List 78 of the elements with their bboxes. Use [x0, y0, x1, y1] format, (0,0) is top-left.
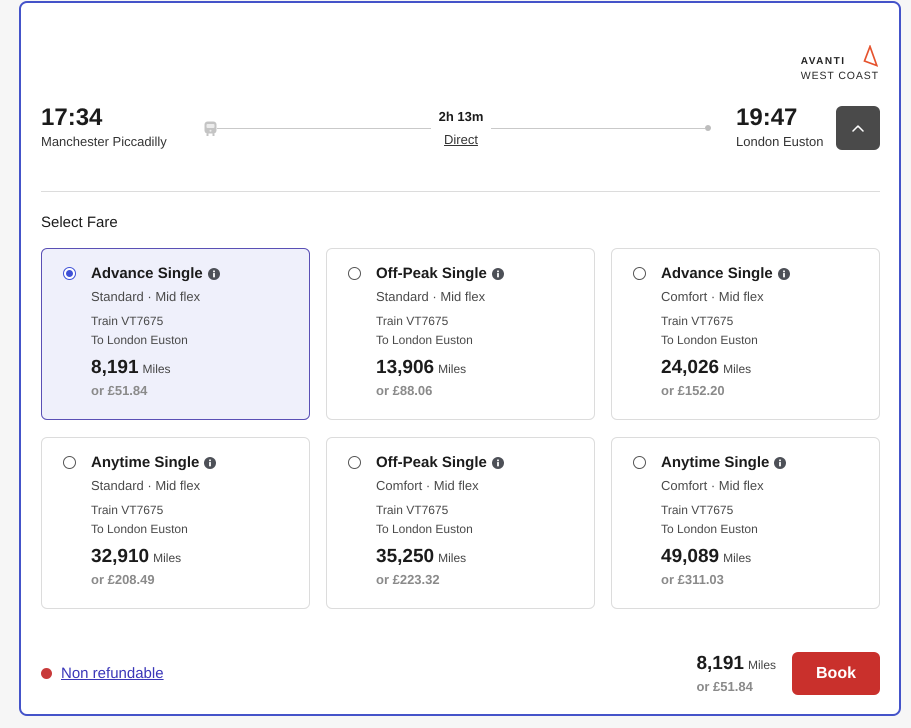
miles-unit: Miles — [153, 551, 182, 565]
departure-station: Manchester Piccadilly — [41, 133, 168, 151]
journey-duration: 2h 13m — [438, 108, 484, 126]
fare-details: Standard · Mid flex — [91, 288, 202, 306]
fare-details: Comfort · Mid flex — [661, 477, 765, 495]
miles-amount: 49,089 — [661, 545, 720, 569]
fare-destination: To London Euston — [376, 332, 474, 349]
fare-name: Off-Peak Single — [376, 454, 487, 470]
train-number: Train VT7675 — [376, 313, 450, 330]
miles-unit: Miles — [723, 362, 752, 376]
fare-price: or £223.32 — [376, 571, 441, 589]
info-icon[interactable] — [492, 268, 504, 280]
departure-time: 17:34 — [41, 105, 104, 131]
fare-card[interactable]: Anytime Single Comfort · Mid flex Train VT7675 To London Euston 49,089 Miles or £311.03 — [611, 437, 880, 609]
train-number: Train VT7675 — [661, 502, 734, 519]
fare-card[interactable]: Advance Single Comfort · Mid flex Train VT7675 To London Euston 24,026 Miles or £152.20 — [611, 248, 880, 420]
logo-mark-icon — [863, 45, 878, 67]
brand-name: AVANTI — [800, 56, 846, 67]
fare-details: Standard · Mid flex — [376, 288, 486, 306]
fare-destination: To London Euston — [91, 521, 189, 538]
refund-link[interactable]: Non refundable — [61, 665, 164, 682]
arrival-station: London Euston — [736, 133, 824, 151]
fare-price: or £51.84 — [91, 382, 148, 400]
train-icon — [204, 120, 217, 136]
fare-destination: To London Euston — [661, 521, 759, 538]
info-icon[interactable] — [778, 268, 790, 280]
miles-unit: Miles — [723, 551, 752, 565]
fare-name: Advance Single — [91, 264, 203, 282]
fare-details: Standard · Mid flex — [91, 477, 202, 495]
fare-name: Anytime Single — [91, 454, 200, 470]
info-icon[interactable] — [208, 268, 220, 280]
miles-amount: 8,191 — [91, 356, 139, 380]
train-number: Train VT7675 — [661, 313, 734, 330]
fare-destination: To London Euston — [91, 332, 189, 349]
radio-button[interactable] — [348, 456, 361, 469]
direct-link[interactable]: Direct — [444, 130, 478, 148]
total-miles-unit: Miles — [748, 658, 776, 672]
train-number: Train VT7675 — [91, 313, 164, 330]
fare-name: Anytime Single — [661, 454, 770, 470]
miles-amount: 24,026 — [661, 356, 720, 380]
section-title: Select Fare — [41, 213, 119, 233]
fare-details: Comfort · Mid flex — [661, 288, 765, 306]
miles-amount: 35,250 — [376, 545, 434, 569]
book-button[interactable]: Book — [792, 652, 880, 695]
radio-button[interactable] — [63, 456, 76, 469]
fare-price: or £208.49 — [91, 571, 156, 589]
radio-button[interactable] — [63, 267, 76, 280]
fare-price: or £88.06 — [376, 382, 434, 400]
fare-name: Advance Single — [661, 264, 773, 282]
radio-button[interactable] — [348, 267, 361, 280]
fare-card[interactable]: Off-Peak Single Standard · Mid flex Train VT7675 To London Euston 13,906 Miles or £88.06 — [326, 248, 595, 420]
fare-price: or £311.03 — [661, 571, 725, 589]
arrival-time: 19:47 — [736, 105, 798, 131]
info-icon[interactable] — [774, 457, 786, 469]
fare-details: Comfort · Mid flex — [376, 477, 480, 495]
miles-unit: Miles — [438, 362, 466, 376]
miles-amount: 13,906 — [376, 356, 434, 380]
fare-destination: To London Euston — [376, 521, 474, 538]
fare-destination: To London Euston — [661, 332, 759, 349]
info-icon[interactable] — [492, 457, 504, 469]
fare-card[interactable]: Anytime Single Standard · Mid flex Train VT7675 To London Euston 32,910 Miles or £208.49 — [41, 437, 310, 609]
brand-tagline: WEST COAST — [800, 70, 879, 82]
fare-card[interactable]: Off-Peak Single Comfort · Mid flex Train VT7675 To London Euston 35,250 Miles or £223.32 — [326, 437, 595, 609]
miles-unit: Miles — [142, 362, 171, 376]
fare-price: or £152.20 — [661, 382, 726, 400]
total-miles: 8,191 — [696, 652, 744, 676]
info-icon[interactable] — [204, 457, 216, 469]
collapse-button[interactable] — [836, 106, 880, 150]
radio-button[interactable] — [633, 267, 646, 280]
total-price: or £51.84 — [696, 678, 753, 696]
miles-amount: 32,910 — [91, 545, 150, 569]
radio-button[interactable] — [633, 456, 646, 469]
fare-card[interactable]: Advance Single Standard · Mid flex Train VT7675 To London Euston 8,191 Miles or £51.84 — [41, 248, 310, 420]
route-end-dot-icon — [705, 125, 711, 131]
fare-name: Off-Peak Single — [376, 264, 487, 282]
train-number: Train VT7675 — [376, 502, 450, 519]
train-number: Train VT7675 — [91, 502, 164, 519]
miles-unit: Miles — [438, 551, 466, 565]
